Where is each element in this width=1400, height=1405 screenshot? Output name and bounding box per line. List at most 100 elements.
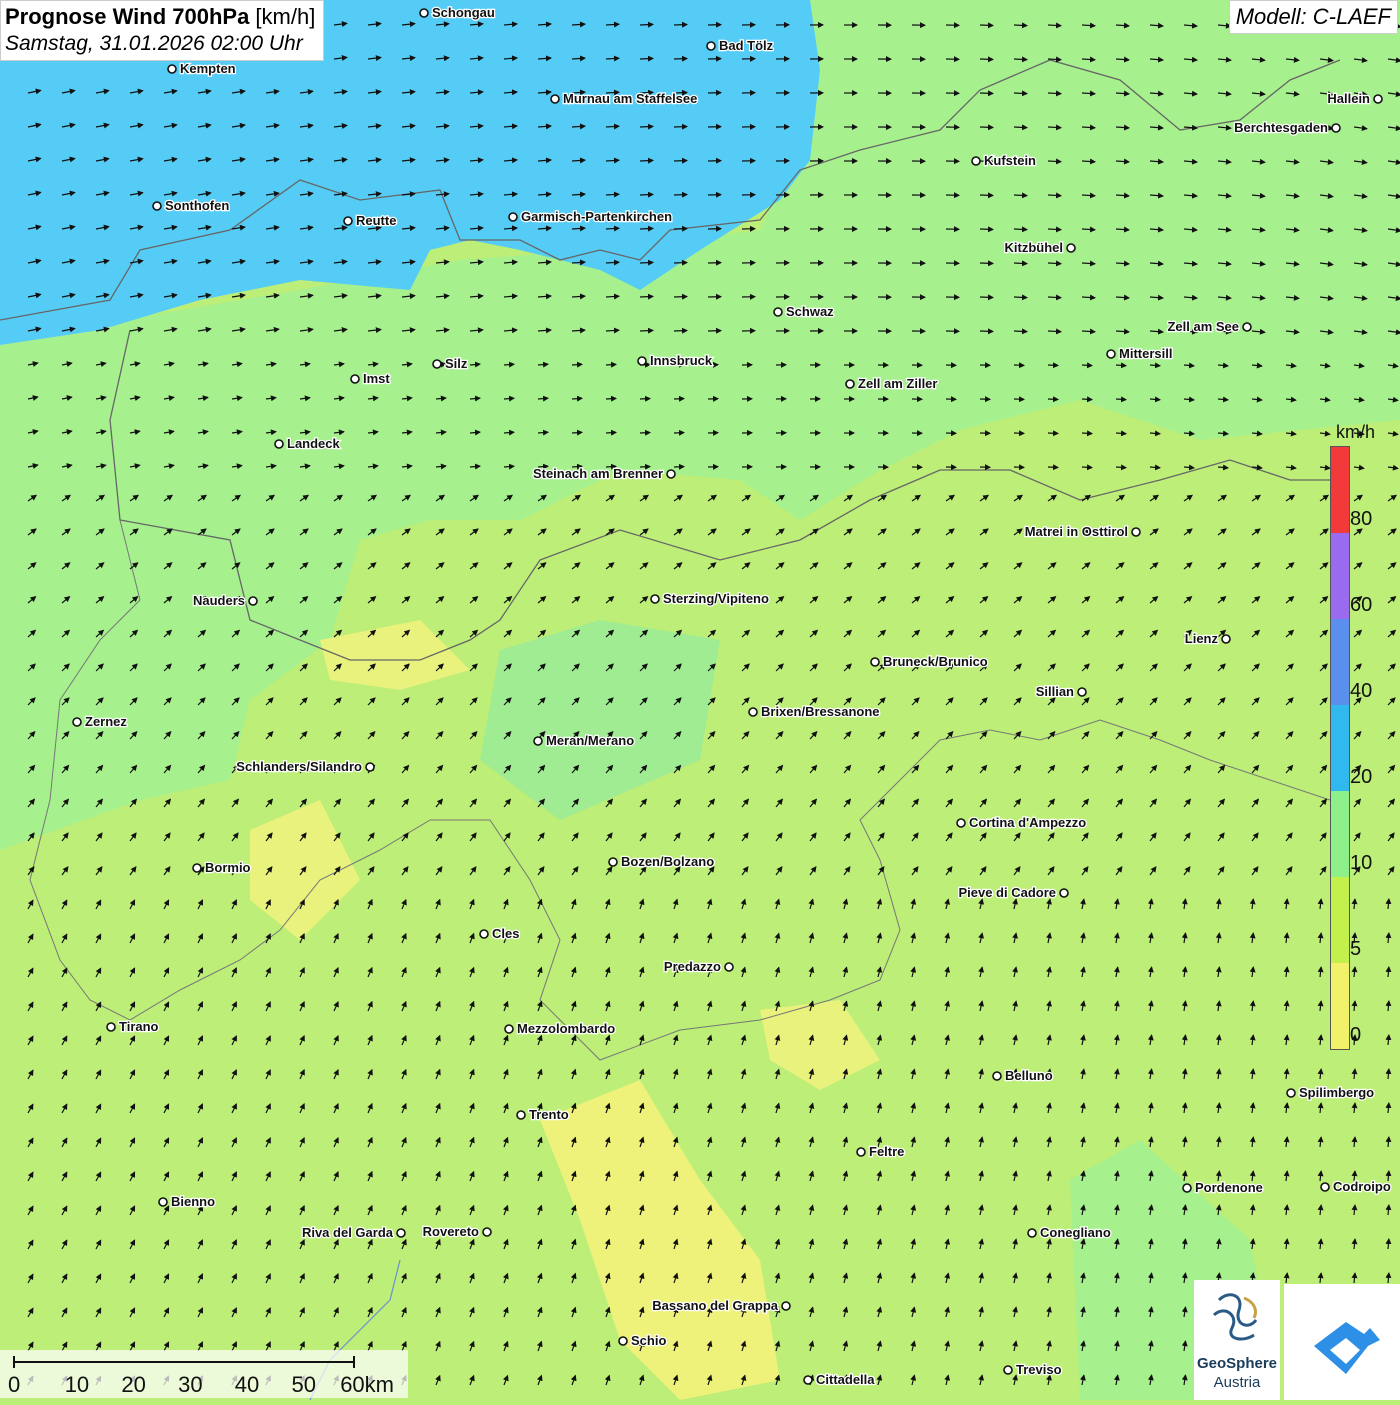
city-marker [509, 213, 517, 221]
wind-arrow [1048, 195, 1061, 196]
city-marker [1060, 889, 1068, 897]
city-label: Kempten [180, 61, 236, 76]
city-label: Meran/Merano [546, 733, 634, 748]
city-marker [551, 95, 559, 103]
city-marker [107, 1023, 115, 1031]
city-label: Mittersill [1119, 346, 1172, 361]
wind-arrow [1014, 195, 1027, 196]
city-marker [993, 1072, 1001, 1080]
city-marker [517, 1111, 525, 1119]
city-label: Schlanders/Silandro [236, 759, 362, 774]
city-marker [1107, 350, 1115, 358]
city-label: Rovereto [423, 1224, 479, 1239]
city-marker [651, 595, 659, 603]
wind-map[interactable]: SchongauBad TölzKemptenMurnau am Staffel… [0, 0, 1400, 1400]
wind-arrow [606, 160, 619, 161]
city-mezzolombardo: Mezzolombardo [505, 1021, 615, 1036]
wind-arrow [980, 297, 993, 298]
city-garmisch-partenkirchen: Garmisch-Partenkirchen [509, 209, 672, 224]
wind-arrow [1082, 195, 1095, 196]
city-pordenone: Pordenone [1183, 1180, 1263, 1195]
city-label: Mezzolombardo [517, 1021, 615, 1036]
city-marker [957, 819, 965, 827]
wind-arrow [980, 229, 993, 230]
city-label: Sillian [1036, 684, 1074, 699]
city-label: Trento [529, 1107, 569, 1122]
city-label: Schio [631, 1333, 666, 1348]
wind-arrow [674, 297, 687, 298]
wind-arrow [538, 432, 548, 433]
city-label: Cittadella [816, 1372, 875, 1387]
wind-arrow [640, 296, 653, 297]
legend-bar [1330, 446, 1350, 1050]
city-marker [707, 42, 715, 50]
wind-arrow [606, 364, 616, 365]
city-label: Pieve di Cadore [958, 885, 1056, 900]
wind-arrow [504, 432, 514, 433]
legend-swatch [1331, 705, 1349, 791]
city-marker [433, 360, 441, 368]
city-marker [1183, 1184, 1191, 1192]
wind-arrow [1150, 399, 1160, 400]
wind-arrow [606, 398, 616, 399]
legend-label: 20 [1350, 766, 1372, 789]
wind-arrow [980, 25, 993, 26]
wind-arrow [640, 399, 650, 400]
wind-arrow [606, 262, 619, 263]
wind-arrow [1014, 93, 1027, 94]
legend-swatch [1331, 619, 1349, 705]
city-marker [1374, 95, 1382, 103]
city-label: Zernez [85, 714, 127, 729]
city-marker [193, 864, 201, 872]
city-label: Steinach am Brenner [533, 466, 663, 481]
wind-arrow [1082, 59, 1095, 60]
mountain-cloud-icon [1284, 1284, 1400, 1400]
wind-arrow [674, 331, 687, 332]
wind-arrow [1082, 127, 1095, 128]
city-marker [505, 1025, 513, 1033]
wind-arrow [1048, 25, 1061, 26]
wind-arrow [1116, 433, 1126, 434]
city-marker [609, 858, 617, 866]
city-label: Sonthofen [165, 198, 229, 213]
city-label: Innsbruck [650, 353, 713, 368]
city-marker [159, 1198, 167, 1206]
wind-arrow [1014, 331, 1027, 332]
wind-arrow [1014, 59, 1027, 60]
city-marker [1332, 124, 1340, 132]
legend-swatch [1331, 533, 1349, 619]
city-label: Brixen/Bressanone [761, 704, 880, 719]
city-pieve-di-cadore: Pieve di Cadore [958, 885, 1068, 900]
city-label: Hallein [1327, 91, 1370, 106]
wind-arrow [1082, 365, 1092, 366]
city-marker [871, 658, 879, 666]
city-murnau-am-staffelsee: Murnau am Staffelsee [551, 91, 697, 106]
wind-arrow [504, 466, 514, 467]
wind-arrow [640, 433, 650, 434]
city-label: Nauders [193, 593, 245, 608]
wind-arrow [572, 398, 582, 399]
wind-arrow [1082, 93, 1095, 94]
city-spilimbergo: Spilimbergo [1287, 1085, 1374, 1100]
wind-arrow [640, 24, 653, 25]
city-marker [480, 930, 488, 938]
wind-arrow [674, 127, 687, 128]
wind-arrow [1082, 433, 1092, 434]
city-label: Pordenone [1195, 1180, 1263, 1195]
legend-swatch [1331, 963, 1349, 1049]
wind-arrow [980, 59, 993, 60]
wind-arrow [640, 126, 653, 127]
wind-arrow [1116, 467, 1126, 468]
city-marker [774, 308, 782, 316]
wind-arrow [980, 127, 993, 128]
city-bozen-bolzano: Bozen/Bolzano [609, 854, 714, 869]
city-marker [1028, 1229, 1036, 1237]
forecast-date: Samstag, 31.01.2026 02:00 Uhr [5, 32, 315, 56]
wind-arrow [606, 58, 619, 59]
city-label: Treviso [1016, 1362, 1062, 1377]
city-label: Matrei in Osttirol [1025, 524, 1128, 539]
city-label: Sterzing/Vipiteno [663, 591, 769, 606]
geosphere-logo[interactable]: GeoSphere Austria [1194, 1280, 1280, 1400]
app-logo[interactable] [1284, 1284, 1400, 1400]
wind-arrow [1116, 399, 1126, 400]
